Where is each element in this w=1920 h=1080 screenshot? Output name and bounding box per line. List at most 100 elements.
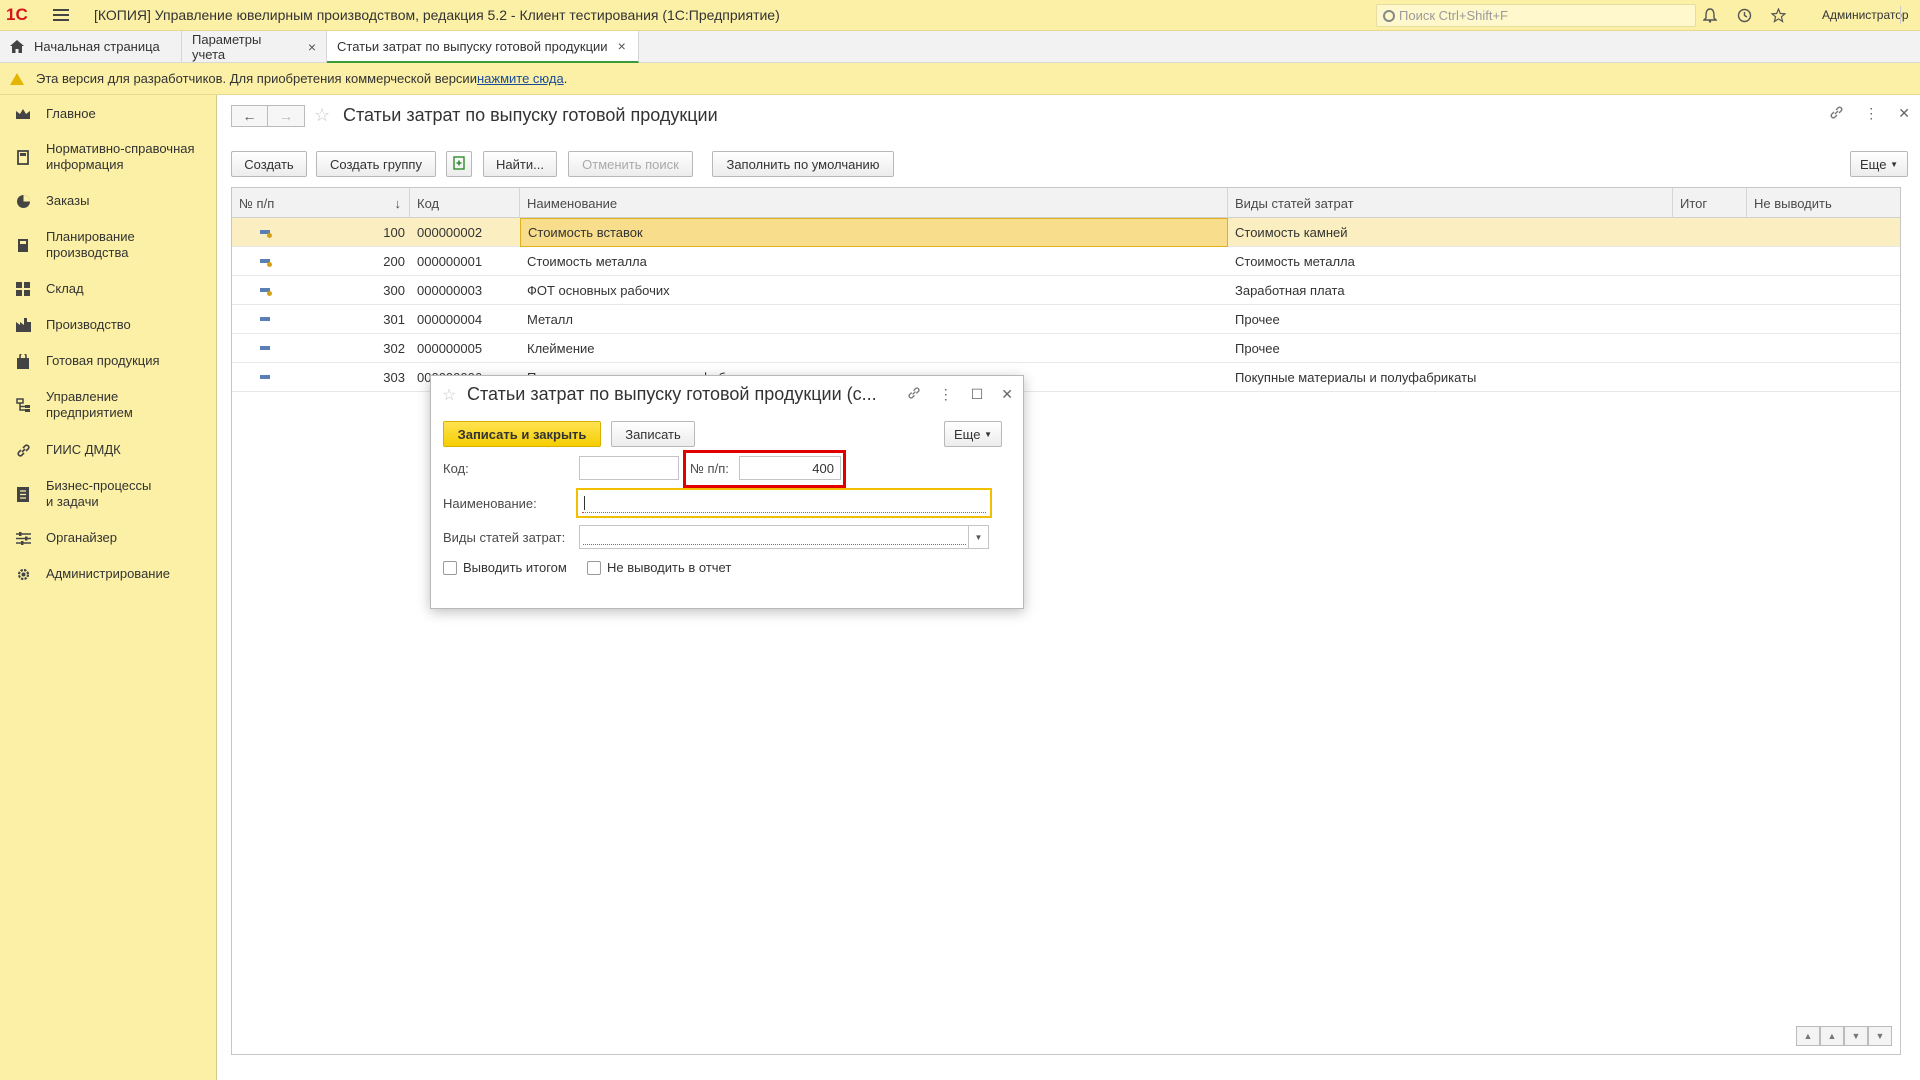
organizer-icon	[14, 530, 32, 546]
copy-button[interactable]	[446, 151, 472, 177]
kind-select[interactable]: ▼	[579, 525, 989, 549]
more-button[interactable]: Еще ▼	[944, 421, 1002, 447]
sidebar-item-giis[interactable]: ГИИС ДМДК	[0, 441, 217, 459]
column-header-hide[interactable]: Не выводить	[1747, 188, 1902, 218]
fill-default-button[interactable]: Заполнить по умолчанию	[712, 151, 894, 177]
close-icon[interactable]: ✕	[1001, 386, 1013, 403]
close-icon[interactable]: ✕	[1898, 105, 1910, 123]
search-icon	[1383, 9, 1395, 22]
checkbox-box[interactable]	[443, 560, 457, 575]
column-header-code[interactable]: Код	[410, 188, 520, 218]
dropdown-icon[interactable]: ▼	[968, 526, 988, 548]
sidebar-item-reference[interactable]: Нормативно-справочная информация	[0, 141, 217, 173]
show-total-checkbox[interactable]: Выводить итогом	[443, 560, 567, 575]
cost-item-dialog: ☆ Статьи затрат по выпуску готовой проду…	[430, 375, 1024, 609]
sidebar-item-main[interactable]: Главное	[0, 105, 217, 123]
kind-label: Виды статей затрат:	[443, 530, 566, 545]
text-caret	[584, 496, 585, 510]
more-vertical-icon[interactable]: ⋮	[1864, 105, 1878, 123]
sidebar-item-orders[interactable]: Заказы	[0, 192, 217, 210]
create-group-button[interactable]: Создать группу	[316, 151, 436, 177]
close-icon[interactable]: ×	[618, 38, 626, 54]
home-icon	[10, 40, 24, 53]
sidebar-item-admin[interactable]: Администрирование	[0, 565, 217, 583]
table-row[interactable]: 200 000000001 Стоимость металла Стоимост…	[232, 247, 1900, 276]
link-icon[interactable]	[1829, 105, 1844, 123]
more-vertical-icon[interactable]: ⋮	[939, 386, 953, 403]
org-icon	[14, 397, 32, 413]
scroll-last-button[interactable]: ▼	[1868, 1026, 1892, 1046]
link-icon[interactable]	[907, 386, 921, 403]
cancel-search-button[interactable]: Отменить поиск	[568, 151, 693, 177]
arrow-left-icon: ←	[242, 108, 257, 124]
hide-in-report-checkbox[interactable]: Не выводить в отчет	[587, 560, 731, 575]
table-row[interactable]: 302 000000005 Клеймение Прочее	[232, 334, 1900, 363]
sidebar-item-production[interactable]: Производство	[0, 316, 217, 334]
tab-label: Статьи затрат по выпуску готовой продукц…	[337, 38, 608, 54]
save-close-button[interactable]: Записать и закрыть	[443, 421, 601, 447]
create-button[interactable]: Создать	[231, 151, 307, 177]
factory-icon	[14, 317, 32, 333]
highlight-frame	[683, 450, 846, 488]
tab-accounting-params[interactable]: Параметры учета ×	[182, 31, 327, 62]
more-button[interactable]: Еще ▼	[1850, 151, 1908, 177]
app-logo[interactable]: 1С	[6, 5, 42, 25]
dialog-title: Статьи затрат по выпуску готовой продукц…	[467, 384, 877, 404]
down-icon: ▼	[1851, 1031, 1861, 1041]
table-header: № п/п ↓ Код Наименование Виды статей зат…	[232, 188, 1900, 218]
menu-icon[interactable]	[46, 0, 76, 30]
double-up-icon: ▲	[1803, 1031, 1813, 1041]
table-row[interactable]: 100 000000002 Стоимость вставок Стоимост…	[232, 218, 1900, 247]
sidebar-item-warehouse[interactable]: Склад	[0, 280, 217, 298]
purchase-link[interactable]: нажмите сюда	[477, 71, 564, 86]
name-field[interactable]	[576, 488, 992, 518]
table-row[interactable]: 301 000000004 Металл Прочее	[232, 305, 1900, 334]
checkbox-box[interactable]	[587, 560, 601, 575]
favorites-star-icon[interactable]	[1768, 6, 1788, 26]
divider	[1900, 6, 1901, 24]
book-icon	[14, 149, 32, 165]
table-row[interactable]: 300 000000003 ФОТ основных рабочих Зараб…	[232, 276, 1900, 305]
gear-icon	[14, 566, 32, 582]
sidebar: Главное Нормативно-справочная информация…	[0, 95, 217, 1080]
title-bar: 1С [КОПИЯ] Управление ювелирным производ…	[0, 0, 1920, 31]
sidebar-item-bp[interactable]: Бизнес-процессы и задачи	[0, 478, 217, 510]
required-underline	[582, 512, 986, 513]
up-icon: ▲	[1827, 1031, 1837, 1041]
calculator-icon	[14, 237, 32, 253]
save-button[interactable]: Записать	[611, 421, 695, 447]
column-header-num[interactable]: № п/п ↓	[232, 188, 410, 218]
pie-icon	[14, 193, 32, 209]
sidebar-item-organizer[interactable]: Органайзер	[0, 529, 217, 547]
code-field[interactable]	[579, 456, 679, 480]
scroll-down-button[interactable]: ▼	[1844, 1026, 1868, 1046]
tab-cost-items[interactable]: Статьи затрат по выпуску готовой продукц…	[327, 31, 639, 63]
star-icon[interactable]: ☆	[442, 385, 456, 405]
bell-icon[interactable]	[1700, 6, 1720, 26]
back-button[interactable]: ←	[231, 105, 268, 127]
column-header-kind[interactable]: Виды статей затрат	[1228, 188, 1673, 218]
name-label: Наименование:	[443, 496, 537, 511]
sidebar-item-finished-goods[interactable]: Готовая продукция	[0, 352, 217, 370]
column-header-total[interactable]: Итог	[1673, 188, 1747, 218]
column-header-name[interactable]: Наименование	[520, 188, 1228, 218]
crown-icon	[14, 106, 32, 122]
history-icon[interactable]	[1734, 6, 1754, 26]
sidebar-item-management[interactable]: Управление предприятием	[0, 389, 217, 421]
scroll-first-button[interactable]: ▲	[1796, 1026, 1820, 1046]
find-button[interactable]: Найти...	[483, 151, 557, 177]
tab-home[interactable]: Начальная страница	[0, 31, 182, 62]
notice-end: .	[563, 71, 568, 86]
chevron-down-icon: ▼	[1890, 159, 1898, 169]
user-name[interactable]: Администратор	[1822, 8, 1909, 22]
sidebar-item-planning[interactable]: Планирование производства	[0, 229, 217, 261]
page-title: Статьи затрат по выпуску готовой продукц…	[343, 105, 718, 125]
search-input[interactable]: Поиск Ctrl+Shift+F	[1376, 4, 1696, 27]
scroll-up-button[interactable]: ▲	[1820, 1026, 1844, 1046]
star-icon[interactable]: ☆	[314, 105, 330, 126]
copy-icon	[453, 155, 465, 173]
tab-label: Параметры учета	[192, 31, 262, 62]
maximize-icon[interactable]: ☐	[971, 386, 984, 403]
close-icon[interactable]: ×	[308, 39, 316, 55]
forward-button[interactable]: →	[268, 105, 305, 127]
